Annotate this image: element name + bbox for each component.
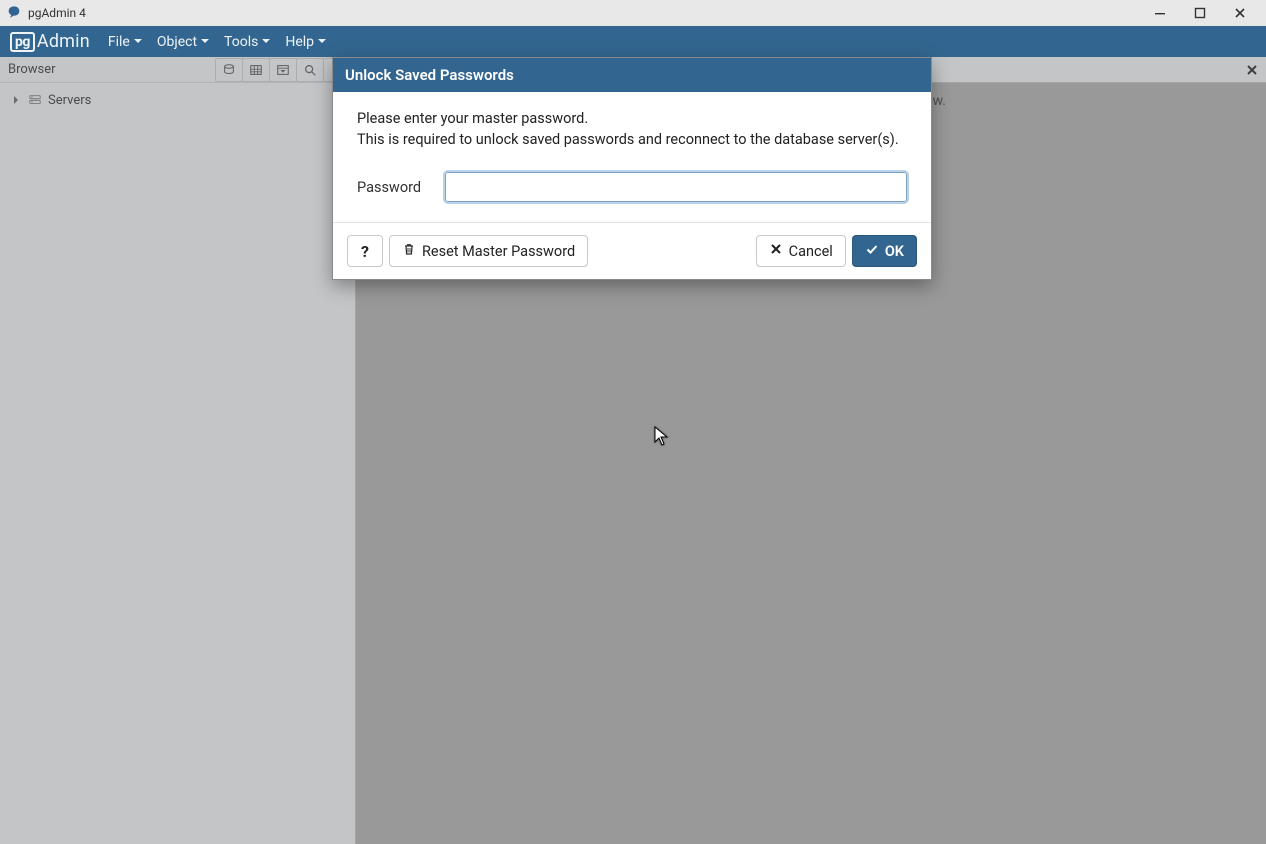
menubar: pg Admin File Object Tools Help <box>0 26 1266 57</box>
menu-label: Object <box>157 34 197 50</box>
password-row: Password <box>357 172 907 202</box>
window-maximize-button[interactable] <box>1180 0 1220 26</box>
window-minimize-button[interactable] <box>1140 0 1180 26</box>
search-objects-button[interactable] <box>296 58 324 82</box>
check-icon <box>865 242 879 260</box>
tree-label: Servers <box>48 93 91 108</box>
help-button[interactable]: ? <box>347 235 383 267</box>
brand-logo: pg Admin <box>10 31 90 52</box>
window-title: pgAdmin 4 <box>28 6 86 20</box>
menu-label: Help <box>285 34 314 50</box>
object-tree[interactable]: Servers <box>0 83 355 117</box>
tree-row-servers[interactable]: Servers <box>0 89 355 111</box>
button-label: Reset Master Password <box>422 243 575 260</box>
button-label: Cancel <box>789 243 833 260</box>
menu-label: File <box>108 34 130 50</box>
menu-object[interactable]: Object <box>157 34 210 50</box>
close-icon <box>769 242 783 260</box>
sidebar-title: Browser <box>8 62 56 77</box>
menu-label: Tools <box>224 34 258 50</box>
dialog-text-line1: Please enter your master password. <box>357 108 907 129</box>
window-titlebar: pgAdmin 4 <box>0 0 1266 26</box>
chevron-down-icon <box>133 34 143 50</box>
query-tool-button[interactable] <box>215 58 243 82</box>
cancel-button[interactable]: Cancel <box>756 235 846 267</box>
tab-close-button[interactable] <box>1238 57 1266 82</box>
dialog-text-line2: This is required to unlock saved passwor… <box>357 129 907 150</box>
filter-rows-button[interactable] <box>269 58 297 82</box>
hint-fragment: w. <box>933 93 946 109</box>
chevron-down-icon <box>261 34 271 50</box>
dialog-body: Please enter your master password. This … <box>333 92 931 222</box>
dialog-footer: ? Reset Master Password Cancel OK <box>333 222 931 279</box>
ok-button[interactable]: OK <box>852 235 917 267</box>
chevron-down-icon <box>317 34 327 50</box>
button-label: OK <box>885 243 904 260</box>
password-label: Password <box>357 179 445 196</box>
sidebar-header: Browser <box>0 57 355 83</box>
sidebar-toolbar <box>215 58 351 82</box>
workspace: Browser <box>0 57 1266 844</box>
trash-icon <box>402 242 416 260</box>
app-icon <box>6 5 22 21</box>
help-icon: ? <box>361 242 369 261</box>
menu-help[interactable]: Help <box>285 34 327 50</box>
chevron-right-icon[interactable] <box>10 96 22 104</box>
browser-sidebar: Browser <box>0 57 356 844</box>
brand-text: Admin <box>37 31 90 52</box>
reset-master-password-button[interactable]: Reset Master Password <box>389 235 588 267</box>
password-input[interactable] <box>445 172 907 202</box>
dialog-title: Unlock Saved Passwords <box>333 58 931 92</box>
menu-tools[interactable]: Tools <box>224 34 271 50</box>
menu-file[interactable]: File <box>108 34 143 50</box>
brand-box: pg <box>10 32 35 52</box>
window-close-button[interactable] <box>1220 0 1260 26</box>
chevron-down-icon <box>200 34 210 50</box>
server-group-icon <box>26 93 44 107</box>
unlock-passwords-dialog: Unlock Saved Passwords Please enter your… <box>332 57 932 280</box>
view-data-button[interactable] <box>242 58 270 82</box>
